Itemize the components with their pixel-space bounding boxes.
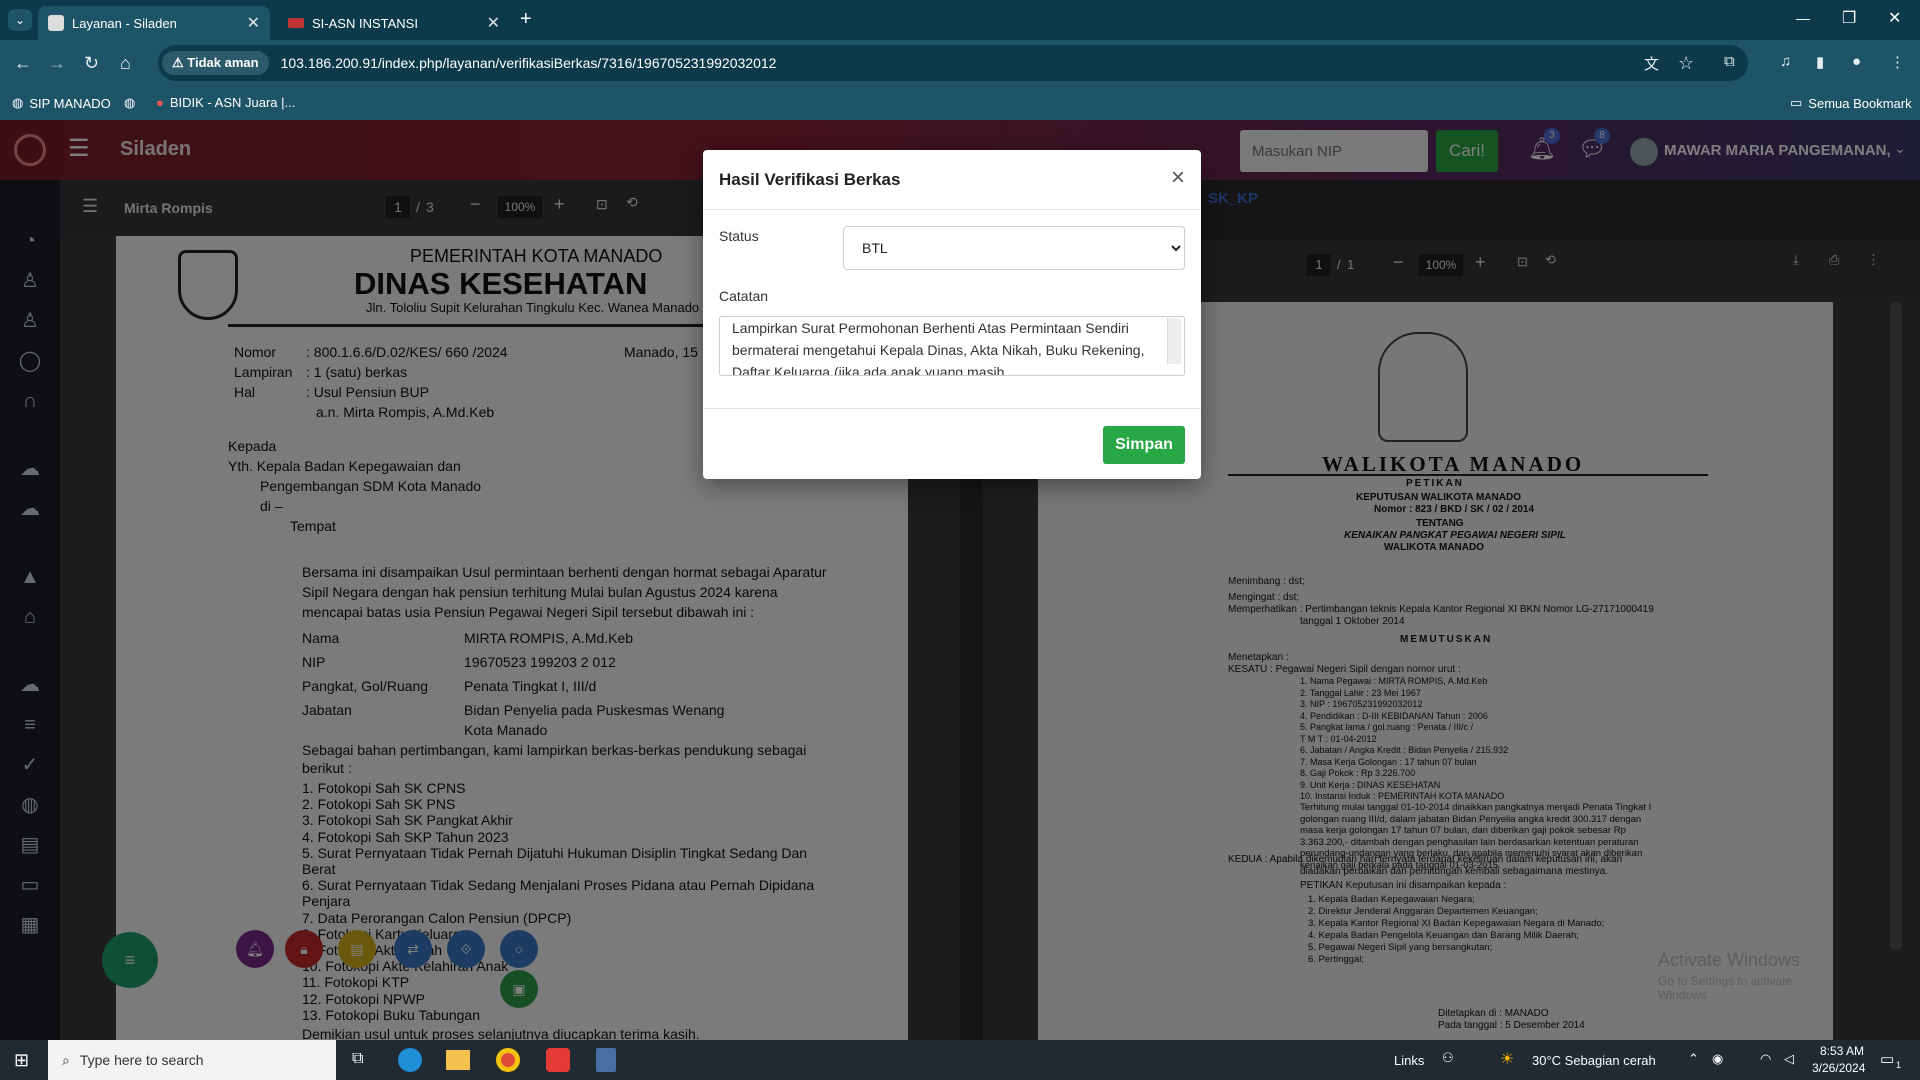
edge-icon[interactable] — [398, 1048, 422, 1072]
tab-list-dropdown[interactable]: ⌄ — [8, 9, 32, 31]
verification-modal: Hasil Verifikasi Berkas × Status BTL Cat… — [703, 150, 1201, 479]
save-button[interactable]: Simpan — [1103, 426, 1185, 464]
minimize-window-icon[interactable]: — — [1796, 10, 1810, 26]
close-window-icon[interactable]: ✕ — [1888, 8, 1901, 28]
calculator-icon[interactable] — [596, 1048, 616, 1072]
address-bar[interactable]: ⚠ Tidak aman 103.186.200.91/index.php/la… — [158, 45, 1748, 81]
security-label: Tidak aman — [187, 55, 259, 70]
search-icon: ⌕ — [62, 1051, 70, 1068]
task-view-icon[interactable]: ⧉ — [352, 1050, 363, 1068]
browser-toolbar: ← → ↻ ⌂ ⚠ Tidak aman 103.186.200.91/inde… — [0, 40, 1920, 86]
anydesk-icon[interactable] — [546, 1048, 570, 1072]
tab-si-asn-instansi[interactable]: SI-ASN INSTANSI ✕ — [278, 6, 510, 40]
media-icon[interactable]: ♫ — [1780, 53, 1791, 70]
taskbar-links[interactable]: Links — [1394, 1053, 1424, 1068]
menu-icon[interactable]: ⋮ — [1890, 53, 1905, 71]
browser-tab-bar: ⌄ Layanan - Siladen ✕ SI-ASN INSTANSI ✕ … — [0, 0, 1920, 40]
bookmark-bidik[interactable]: ● BIDIK - ASN Juara |... — [156, 95, 295, 110]
folder-icon: ▭ — [1790, 95, 1803, 110]
taskbar-search-placeholder: Type here to search — [79, 1052, 204, 1068]
people-icon[interactable]: ⚇ — [1442, 1050, 1454, 1066]
home-icon[interactable]: ⌂ — [120, 53, 131, 74]
bookmark-blank[interactable]: ◍ — [124, 95, 135, 111]
globe-icon: ◍ — [124, 95, 136, 110]
extensions-icon[interactable]: ⧉ — [1724, 53, 1735, 70]
side-panel-icon[interactable]: ▮ — [1816, 53, 1824, 71]
reload-icon[interactable]: ↻ — [84, 53, 99, 74]
bookmark-star-icon[interactable]: ☆ — [1678, 53, 1694, 74]
all-bookmarks[interactable]: ▭ Semua Bookmark — [1790, 95, 1912, 111]
tray-chevron-icon[interactable]: ⌃ — [1688, 1051, 1699, 1067]
modal-title: Hasil Verifikasi Berkas — [719, 170, 901, 189]
forward-icon[interactable]: → — [48, 53, 66, 74]
notes-textarea[interactable]: Lampirkan Surat Permohonan Berhenti Atas… — [719, 316, 1185, 376]
windows-start-icon[interactable]: ⊞ — [14, 1050, 29, 1071]
textarea-scrollbar[interactable] — [1167, 318, 1181, 364]
favicon-icon — [288, 18, 304, 28]
globe-icon: ◍ — [12, 95, 24, 110]
notification-center-badge: 1 — [1896, 1060, 1902, 1070]
clock-date[interactable]: 3/26/2024 — [1812, 1061, 1865, 1075]
close-icon[interactable]: × — [1171, 164, 1185, 192]
favicon-icon — [48, 15, 64, 31]
modal-footer-divider — [703, 408, 1201, 409]
translate-icon[interactable]: 文 — [1644, 53, 1659, 74]
security-warning-badge[interactable]: ⚠ Tidak aman — [162, 51, 269, 75]
bidik-icon: ● — [156, 95, 164, 110]
clock-time[interactable]: 8:53 AM — [1820, 1044, 1864, 1058]
notification-center-icon[interactable]: ▭ — [1880, 1050, 1894, 1068]
tab-layanan-siladen[interactable]: Layanan - Siladen ✕ — [38, 6, 270, 40]
bookmarks-bar: ◍ SIP MANADO ◍ ● BIDIK - ASN Juara |... ▭ S… — [0, 86, 1920, 120]
taskbar-search[interactable]: ⌕ Type here to search — [48, 1040, 336, 1080]
bookmark-sip-manado[interactable]: ◍ SIP MANADO — [12, 95, 111, 111]
status-label: Status — [719, 228, 759, 244]
tab-title: Layanan - Siladen — [72, 15, 177, 31]
close-tab-icon[interactable]: ✕ — [247, 13, 260, 33]
notes-label: Catatan — [719, 288, 769, 304]
new-tab-button[interactable]: + — [520, 8, 532, 31]
status-select[interactable]: BTL — [843, 226, 1185, 270]
restore-window-icon[interactable]: ❐ — [1842, 8, 1856, 28]
profile-icon[interactable]: ● — [1852, 53, 1861, 70]
volume-icon[interactable]: ◁ — [1784, 1051, 1794, 1067]
tray-icon[interactable]: ◉ — [1712, 1051, 1723, 1067]
modal-header: Hasil Verifikasi Berkas × — [703, 150, 1201, 210]
close-tab-icon[interactable]: ✕ — [487, 13, 500, 33]
chrome-icon[interactable] — [496, 1048, 520, 1072]
back-icon[interactable]: ← — [14, 53, 32, 74]
url-text[interactable]: 103.186.200.91/index.php/layanan/verifik… — [281, 55, 777, 71]
network-icon[interactable]: ◠ — [1760, 1051, 1771, 1067]
tab-title: SI-ASN INSTANSI — [312, 15, 418, 31]
windows-taskbar: ⊞ ⌕ Type here to search ⧉ Links ⚇ ☀ 30°C… — [0, 1040, 1920, 1080]
weather-text[interactable]: 30°C Sebagian cerah — [1532, 1053, 1656, 1068]
weather-icon[interactable]: ☀ — [1500, 1049, 1514, 1069]
file-explorer-icon[interactable] — [446, 1050, 470, 1070]
